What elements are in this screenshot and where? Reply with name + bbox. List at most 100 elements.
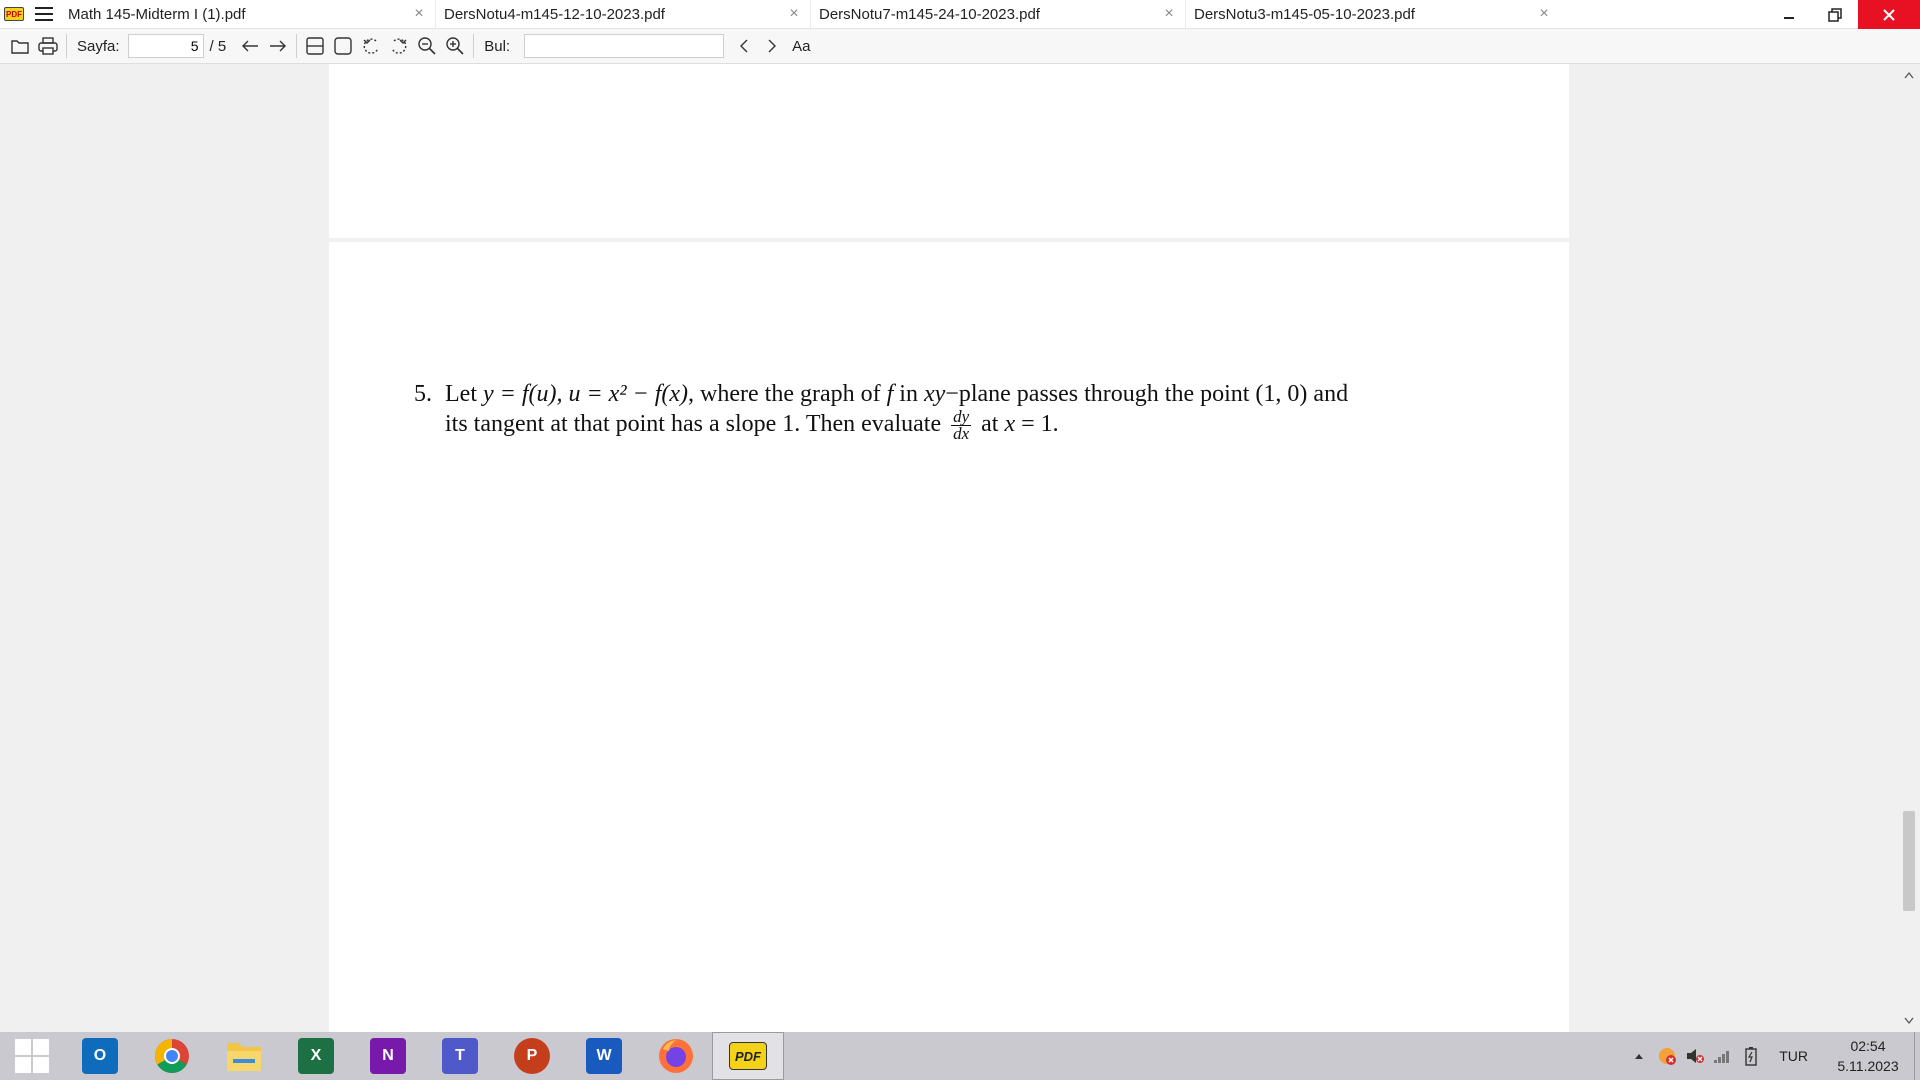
tab-bar: PDF Math 145-Midterm I (1).pdf × DersNot… (0, 0, 1920, 29)
taskbar-firefox[interactable] (640, 1032, 712, 1080)
toolbar-separator (473, 34, 475, 58)
fit-page-icon (334, 37, 352, 55)
taskbar-file-explorer[interactable] (208, 1032, 280, 1080)
arrow-right-icon (270, 40, 287, 52)
tab-math-145-midterm[interactable]: Math 145-Midterm I (1).pdf × (60, 0, 435, 28)
close-window-button[interactable] (1858, 0, 1920, 29)
windows-logo-icon (15, 1039, 49, 1073)
taskbar: O X N T P W PDF TUR 02:54 5.11.2023 (0, 1032, 1920, 1080)
clock-time: 02:54 (1850, 1038, 1886, 1054)
antivirus-shield-icon (1659, 1048, 1677, 1065)
taskbar-word[interactable]: W (568, 1032, 640, 1080)
text-run: −plane passes through the point (1, 0) a… (945, 381, 1349, 407)
system-tray: TUR 02:54 5.11.2023 (1625, 1032, 1920, 1080)
show-hidden-icons-button[interactable] (1627, 1052, 1651, 1060)
find-next-button[interactable] (758, 32, 786, 60)
problem-number: 5. (414, 381, 432, 407)
chevron-up-icon (1904, 71, 1914, 79)
text-run: in (893, 381, 924, 407)
show-desktop-button[interactable] (1914, 1032, 1920, 1080)
input-language[interactable]: TUR (1779, 1048, 1808, 1064)
taskbar-pdf-xchange[interactable]: PDF (712, 1032, 784, 1080)
text-run: at (975, 411, 1005, 438)
zoom-out-button[interactable] (413, 32, 441, 60)
rotate-right-button[interactable] (385, 32, 413, 60)
toolbar: Sayfa: / 5 Bul: Aa (0, 29, 1920, 64)
fit-width-button[interactable] (301, 32, 329, 60)
folder-icon (227, 1043, 261, 1071)
powerpoint-icon: P (514, 1038, 550, 1074)
window-controls (1766, 0, 1920, 29)
find-label: Bul: (484, 37, 511, 55)
volume-icon[interactable] (1683, 1047, 1707, 1065)
scroll-thumb[interactable] (1903, 811, 1915, 911)
printer-icon (38, 37, 58, 55)
excel-icon: X (298, 1038, 334, 1074)
derivative-fraction: dy dx (951, 408, 972, 443)
arrow-left-icon (242, 40, 259, 52)
onenote-icon: N (370, 1038, 406, 1074)
rotate-left-icon (363, 38, 379, 54)
pdf-logo-icon: PDF (4, 7, 24, 21)
equation-run: y = f(u), u = x² − f(x), (482, 381, 695, 407)
close-icon[interactable]: × (411, 5, 427, 23)
previous-page-button[interactable] (236, 32, 264, 60)
fit-page-button[interactable] (329, 32, 357, 60)
chevron-left-icon (740, 39, 748, 53)
start-button[interactable] (0, 1032, 64, 1080)
signal-bars-icon (1714, 1051, 1730, 1063)
symbol-xy: xy (923, 381, 946, 407)
find-input[interactable] (524, 34, 725, 58)
zoom-in-button[interactable] (441, 32, 469, 60)
match-case-button[interactable]: Aa (786, 38, 816, 55)
next-page-button[interactable] (264, 32, 292, 60)
open-file-button[interactable] (6, 32, 34, 60)
zoom-out-icon (418, 37, 436, 55)
problem-text: 5. Let y = f(u), u = x² − f(x), where th… (414, 379, 1514, 442)
page-number-input[interactable] (127, 34, 204, 58)
outlook-icon: O (82, 1038, 118, 1074)
text-run: Let (445, 381, 483, 407)
scroll-up-arrow[interactable] (1898, 66, 1920, 84)
restore-button[interactable] (1812, 0, 1858, 29)
taskbar-outlook[interactable]: O (64, 1032, 136, 1080)
document-viewer[interactable]: 5. Let y = f(u), u = x² − f(x), where th… (0, 64, 1920, 1032)
symbol-x: x (1004, 411, 1016, 438)
hamburger-icon (35, 7, 53, 21)
problem-line-1: Let y = f(u), u = x² − f(x), where the g… (445, 379, 1514, 409)
tab-dersnotu7[interactable]: DersNotu7-m145-24-10-2023.pdf × (810, 0, 1185, 28)
scroll-down-arrow[interactable] (1898, 1012, 1920, 1030)
tab-dersnotu4[interactable]: DersNotu4-m145-12-10-2023.pdf × (435, 0, 810, 28)
taskbar-powerpoint[interactable]: P (496, 1032, 568, 1080)
clock[interactable]: 02:54 5.11.2023 (1822, 1036, 1914, 1076)
battery-icon[interactable] (1739, 1046, 1763, 1066)
print-button[interactable] (34, 32, 62, 60)
fraction-denominator: dx (953, 424, 970, 443)
rotate-left-button[interactable] (357, 32, 385, 60)
pdf-page-previous (329, 64, 1569, 238)
page-total: / 5 (209, 37, 227, 55)
pdf-page-current: 5. Let y = f(u), u = x² − f(x), where th… (329, 242, 1569, 1032)
taskbar-teams[interactable]: T (424, 1032, 496, 1080)
tab-label: DersNotu3-m145-05-10-2023.pdf (1194, 5, 1415, 23)
close-icon[interactable]: × (1161, 5, 1177, 23)
close-icon[interactable]: × (1536, 5, 1552, 23)
close-icon[interactable]: × (786, 5, 802, 23)
firefox-icon (659, 1039, 693, 1073)
teams-icon: T (442, 1038, 478, 1074)
network-icon[interactable] (1711, 1048, 1735, 1064)
main-menu-button[interactable] (28, 0, 60, 28)
minimize-button[interactable] (1766, 0, 1812, 29)
vertical-scrollbar[interactable] (1898, 64, 1920, 1032)
clock-date: 5.11.2023 (1837, 1058, 1899, 1074)
taskbar-excel[interactable]: X (280, 1032, 352, 1080)
antivirus-icon[interactable] (1655, 1046, 1679, 1066)
find-previous-button[interactable] (730, 32, 758, 60)
chevron-up-icon (1635, 1054, 1644, 1059)
tab-dersnotu3[interactable]: DersNotu3-m145-05-10-2023.pdf × (1185, 0, 1560, 28)
rotate-right-icon (391, 38, 407, 54)
taskbar-onenote[interactable]: N (352, 1032, 424, 1080)
taskbar-chrome[interactable] (136, 1032, 208, 1080)
speaker-muted-icon (1687, 1049, 1705, 1063)
zoom-in-icon (446, 37, 464, 55)
